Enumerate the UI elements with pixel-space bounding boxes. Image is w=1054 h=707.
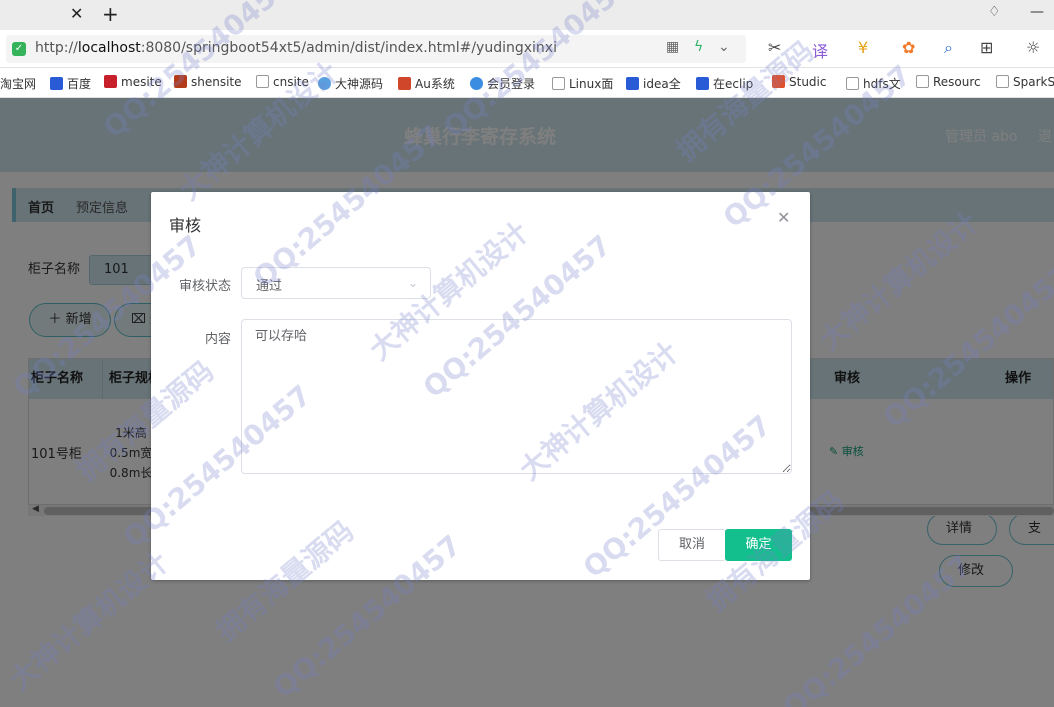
paw-icon (50, 77, 63, 90)
audit-dialog: 审核 ✕ 审核状态 通过 ⌄ 内容 可以存哈 取消 确定 (151, 192, 810, 580)
new-tab-icon[interactable]: + (102, 2, 119, 26)
bookmark-item[interactable]: SparkS (996, 75, 1054, 89)
page-icon (996, 75, 1009, 88)
content-textarea[interactable]: 可以存哈 (241, 319, 792, 474)
bookmark-item[interactable]: 会员登录 (470, 75, 535, 92)
page-icon (552, 77, 565, 90)
bookmark-item[interactable]: hdfs文 (846, 75, 901, 92)
paw-icon (696, 77, 709, 90)
bookmark-item[interactable]: Linux面 (552, 75, 613, 92)
browser-tabbar: ✕ + ♢ — (0, 0, 1054, 30)
translate-icon[interactable]: 译 (812, 38, 828, 62)
au-icon (398, 77, 411, 90)
bookmark-item[interactable]: 在eclip (696, 75, 753, 92)
dialog-title: 审核 (169, 216, 202, 235)
bookmark-item[interactable]: mesite (104, 75, 162, 89)
address-bar: ✓ http://localhost:8080/springboot54xt5/… (0, 30, 1054, 68)
bookmark-item[interactable]: Studic (772, 75, 826, 89)
url-text[interactable]: http://localhost:8080/springboot54xt5/ad… (35, 40, 557, 56)
minimize-icon[interactable]: — (1030, 4, 1044, 20)
url-field[interactable]: ✓ http://localhost:8080/springboot54xt5/… (6, 35, 746, 63)
page-icon (256, 75, 269, 88)
scissors-icon[interactable]: ✂ (768, 38, 781, 57)
bookmark-item[interactable]: 淘宝网 (0, 75, 36, 92)
status-select[interactable]: 通过 ⌄ (241, 267, 431, 299)
cancel-button[interactable]: 取消 (658, 529, 726, 561)
bookmark-item[interactable]: Resourc (916, 75, 981, 89)
bookmark-item[interactable]: cnsite (256, 75, 309, 89)
bookmark-item[interactable]: 大神源码 (318, 75, 383, 92)
bookmark-item[interactable]: Au系统 (398, 75, 455, 92)
chevron-down-icon: ⌄ (408, 276, 419, 290)
chevron-down-icon[interactable]: ⌄ (718, 39, 730, 55)
shensite-icon (174, 75, 187, 88)
bookmark-item[interactable]: shensite (174, 75, 242, 89)
close-icon[interactable]: ✕ (777, 208, 790, 227)
shirt-icon[interactable]: ♢ (988, 4, 1001, 20)
bookmark-item[interactable]: 百度 (50, 75, 91, 92)
studio-icon (772, 75, 785, 88)
confirm-button[interactable]: 确定 (725, 529, 792, 561)
page-icon (846, 77, 859, 90)
brightness-icon[interactable]: ☼ (1026, 38, 1040, 57)
lightning-icon[interactable]: ϟ (694, 39, 703, 55)
mesite-icon (104, 75, 117, 88)
cloud-icon (470, 77, 483, 90)
status-select-value: 通过 (256, 279, 283, 294)
gamepad-icon[interactable]: ✿ (902, 38, 915, 57)
search-icon[interactable]: ⌕ (944, 38, 953, 58)
bookmarks-bar: 淘宝网 百度 mesite shensite cnsite 大神源码 Au系统 … (0, 68, 1054, 98)
close-tab-icon[interactable]: ✕ (70, 4, 83, 23)
page-icon (916, 75, 929, 88)
apps-icon[interactable]: ⊞ (980, 38, 993, 57)
shield-icon: ✓ (12, 42, 26, 56)
swirl-icon (318, 77, 331, 90)
content-label: 内容 (205, 332, 232, 347)
bookmark-item[interactable]: idea全 (626, 75, 681, 92)
status-label: 审核状态 (179, 279, 232, 294)
yuan-shield-icon[interactable]: ¥ (858, 38, 868, 57)
grid-icon[interactable]: ▦ (666, 39, 679, 55)
paw-icon (626, 77, 639, 90)
